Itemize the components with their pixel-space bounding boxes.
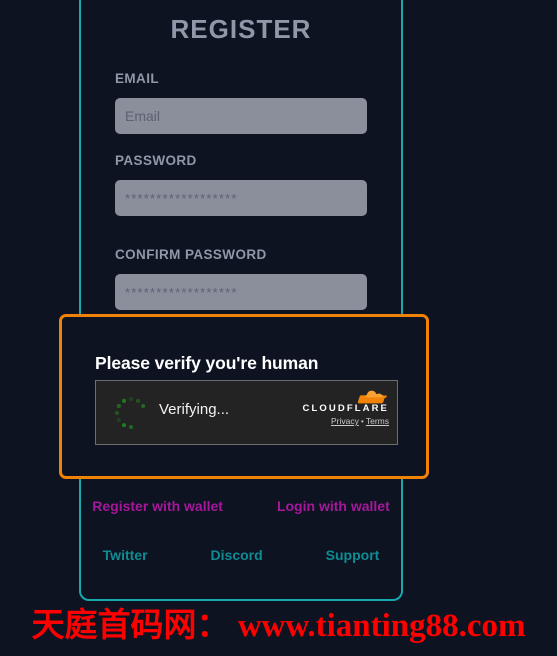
verify-heading: Please verify you're human	[95, 353, 319, 373]
email-input[interactable]	[115, 98, 367, 134]
password-input[interactable]	[115, 180, 367, 216]
email-label: EMAIL	[115, 71, 159, 86]
page-title: REGISTER	[170, 14, 312, 44]
cloudflare-turnstile-widget[interactable]: Verifying... CLOUDFLARE Privacy • Terms	[95, 380, 398, 445]
watermark-text: 天庭首码网： www.tianting88.com	[31, 608, 526, 644]
twitter-link[interactable]: Twitter	[103, 547, 148, 563]
wallet-links-row: Register with wallet Login with wallet	[79, 498, 403, 514]
cloudflare-terms-link[interactable]: Terms	[366, 416, 389, 426]
verify-status-text: Verifying...	[159, 401, 230, 418]
register-with-wallet-link[interactable]: Register with wallet	[92, 498, 223, 514]
legal-separator: •	[360, 416, 364, 426]
cloudflare-cloud-icon	[357, 390, 387, 404]
support-link[interactable]: Support	[326, 547, 380, 563]
cloudflare-wordmark: CLOUDFLARE	[302, 403, 389, 414]
password-label: PASSWORD	[115, 153, 197, 168]
social-links-row: Twitter Discord Support	[79, 547, 403, 563]
cloudflare-legal-links: Privacy • Terms	[297, 416, 389, 426]
discord-link[interactable]: Discord	[211, 547, 263, 563]
cloudflare-brand: CLOUDFLARE Privacy • Terms	[297, 388, 389, 426]
login-with-wallet-link[interactable]: Login with wallet	[277, 498, 390, 514]
confirm-password-label: CONFIRM PASSWORD	[115, 247, 267, 262]
cloudflare-privacy-link[interactable]: Privacy	[331, 416, 359, 426]
confirm-password-input[interactable]	[115, 274, 367, 310]
verify-human-modal: Please verify you're human Verifying... …	[59, 314, 429, 479]
loading-spinner-icon	[112, 394, 150, 432]
